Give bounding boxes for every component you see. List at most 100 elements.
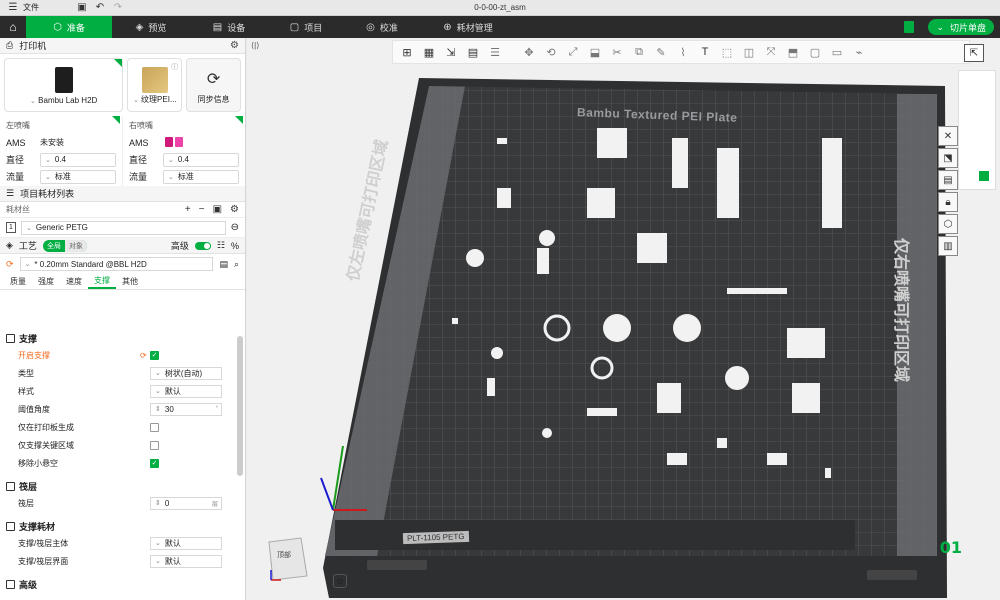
remove-small-overhang-checkbox[interactable]: ✓ <box>150 458 159 468</box>
boolean-icon[interactable]: ⧉ <box>629 43 649 61</box>
plate-settings-icon[interactable]: ⬡ <box>938 214 958 234</box>
variable-layer-icon[interactable]: ▭ <box>827 43 847 61</box>
lay-on-face-icon[interactable]: ⬓ <box>585 43 605 61</box>
support-base-filament-select[interactable]: ⌄ 默认 <box>150 536 222 550</box>
tab-preview[interactable]: ◈ 预览 <box>112 16 190 38</box>
fit-view-icon[interactable]: ⊙ <box>333 574 347 588</box>
redo-icon[interactable]: ↷ <box>111 1 125 15</box>
settings-scrollbar[interactable] <box>237 336 243 476</box>
tab-prepare[interactable]: ⬡ 准备 <box>26 16 112 38</box>
brim-icon[interactable]: ▢ <box>805 43 825 61</box>
reset-icon[interactable]: ⟳ <box>6 259 14 270</box>
home-icon[interactable]: ⌂ <box>0 16 26 38</box>
list-view-icon[interactable]: ☷ <box>217 240 225 251</box>
support-type-select[interactable]: ⌄ 树状(自动) <box>150 366 222 380</box>
rotate-icon[interactable]: ⟲ <box>541 43 561 61</box>
split-icon[interactable]: ☰ <box>485 43 505 61</box>
process-preset-select[interactable]: ⌄ * 0.20mm Standard @BBL H2D <box>19 257 214 271</box>
plate-filament-icon[interactable]: ▥ <box>938 236 958 256</box>
edit-filament-icon[interactable]: ▣ <box>213 204 222 215</box>
window-title: 0-0-00-zt_asm <box>474 3 526 12</box>
chevron-down-icon: ⌄ <box>936 21 944 32</box>
calibrate-icon: ◎ <box>366 21 375 33</box>
ruler-icon[interactable]: ⌁ <box>849 43 869 61</box>
search-icon[interactable]: ⌕ <box>234 259 239 270</box>
tab-project[interactable]: ▢ 项目 <box>268 16 344 38</box>
critical-only-checkbox[interactable] <box>150 440 159 450</box>
enable-support-checkbox[interactable]: ✓ <box>150 350 159 360</box>
auto-orient-icon[interactable]: ⇲ <box>441 43 461 61</box>
add-plate-icon[interactable]: ▦ <box>419 43 439 61</box>
filament-settings-icon[interactable]: ⚙ <box>230 204 239 215</box>
mobile-icon[interactable] <box>904 21 914 33</box>
subtab-other[interactable]: 其他 <box>116 274 144 289</box>
arrange-plate-icon[interactable]: ▤ <box>938 170 958 190</box>
left-diameter-select[interactable]: ⌄ 0.4 <box>40 152 116 167</box>
save-icon[interactable]: ▣ <box>75 1 89 15</box>
ams-slot-icon[interactable] <box>163 136 183 149</box>
printer-card[interactable]: ⌄ Bambu Lab H2D <box>4 58 124 112</box>
3d-viewport[interactable]: ⟨|⟩ Bambu Textured PEI Plate 仅左喷嘴可打印区域 仅… <box>247 38 1000 600</box>
right-flow-select[interactable]: ⌄ 标准 <box>163 169 239 184</box>
file-menu[interactable]: ☰ 文件 <box>0 0 45 16</box>
undo-icon[interactable]: ↶ <box>93 1 107 15</box>
sync-info-button[interactable]: ⟳ 同步信息 <box>186 58 241 112</box>
slice-plate-button[interactable]: ⌄ 切片单盘 <box>928 19 994 35</box>
add-filament-icon[interactable]: + <box>185 204 191 215</box>
threshold-angle-input[interactable]: ⇕ 30 ° <box>150 402 222 416</box>
subtab-support[interactable]: 支撑 <box>88 274 116 289</box>
project-icon: ▢ <box>289 21 300 33</box>
plate-name: 纹理PEI... <box>141 95 177 104</box>
percent-icon[interactable]: % <box>231 241 239 251</box>
right-diameter-select[interactable]: ⌄ 0.4 <box>163 152 239 167</box>
raft-layers-input[interactable]: ⇕ 0 层 <box>150 496 222 510</box>
save-preset-icon[interactable]: ▤ <box>219 259 228 270</box>
explode-icon[interactable]: ⤧ <box>761 43 781 61</box>
process-section-header: ◈ 工艺 全局 对象 高级 ☷ % <box>0 238 245 254</box>
lock-plate-icon[interactable]: 🔒︎ <box>938 192 958 212</box>
subtab-quality[interactable]: 质量 <box>4 274 32 289</box>
sync-icon: ⟳ <box>206 71 221 88</box>
orient-plate-icon[interactable]: ⬔ <box>938 148 958 168</box>
add-object-icon[interactable]: ⊞ <box>397 43 417 61</box>
main-tabbar: ⌂ ⬡ 准备 ◈ 预览 ▤ 设备 ▢ 项目 ◎ 校准 ⊕ 耗材管理 ⌄ 切片单盘 <box>0 16 1000 38</box>
delete-plate-icon[interactable]: ✕ <box>938 126 958 146</box>
filament-section-header: ☰ 项目耗材列表 <box>0 186 245 202</box>
subtab-strength[interactable]: 强度 <box>32 274 60 289</box>
left-flow-select[interactable]: ⌄ 标准 <box>40 169 116 184</box>
info-icon[interactable]: ⓘ <box>171 62 178 72</box>
reset-icon[interactable]: ⟳ <box>140 351 150 360</box>
plate-thumbnail-panel[interactable] <box>958 70 996 190</box>
assembly-icon[interactable]: ◫ <box>739 43 759 61</box>
measure-icon[interactable]: ⬚ <box>717 43 737 61</box>
nozzle-panel: 左喷嘴 AMS 未安装 直径 ⌄0.4 流量 ⌄标准 右喷嘴 AMS 直径 <box>0 116 245 186</box>
remove-filament-icon[interactable]: − <box>199 204 205 215</box>
right-nozzle: 右喷嘴 AMS 直径 ⌄ 0.4 流量 ⌄ 标准 <box>123 116 245 186</box>
support-paint-icon[interactable]: ✎ <box>651 43 671 61</box>
filament-select[interactable]: ⌄ Generic PETG <box>21 220 226 235</box>
build-plate-only-checkbox[interactable] <box>150 422 159 432</box>
global-object-toggle[interactable]: 全局 对象 <box>42 239 87 252</box>
seam-paint-icon[interactable]: ⌇ <box>673 43 693 61</box>
support-interface-filament-select[interactable]: ⌄ 默认 <box>150 554 222 568</box>
mesh-icon[interactable]: ⬒ <box>783 43 803 61</box>
tab-filament-manage[interactable]: ⊕ 耗材管理 <box>420 16 516 38</box>
move-icon[interactable]: ✥ <box>519 43 539 61</box>
plate-card[interactable]: ⓘ ⌄ 纹理PEI... <box>127 58 183 112</box>
left-panel: ⎙ 打印机 ⚙ ⌄ Bambu Lab H2D ⓘ ⌄ 纹理PEI... ⟳ 同… <box>0 38 246 600</box>
tab-calibrate[interactable]: ◎ 校准 <box>344 16 420 38</box>
remove-circle-icon[interactable]: ⊖ <box>231 222 239 233</box>
tab-device[interactable]: ▤ 设备 <box>190 16 268 38</box>
cut-icon[interactable]: ✂ <box>607 43 627 61</box>
plate-list-icon[interactable]: ⇱ <box>964 44 984 62</box>
advanced-toggle[interactable] <box>194 241 211 250</box>
scale-icon[interactable]: ⤢ <box>563 43 583 61</box>
gear-icon[interactable]: ⚙ <box>230 40 239 51</box>
subtab-speed[interactable]: 速度 <box>60 274 88 289</box>
device-icon: ▤ <box>212 21 223 33</box>
printer-icon: ⎙ <box>6 40 14 50</box>
support-style-select[interactable]: ⌄ 默认 <box>150 384 222 398</box>
arrange-icon[interactable]: ▤ <box>463 43 483 61</box>
text-icon[interactable]: T <box>695 43 715 61</box>
plate-thumbnail[interactable] <box>979 171 989 181</box>
